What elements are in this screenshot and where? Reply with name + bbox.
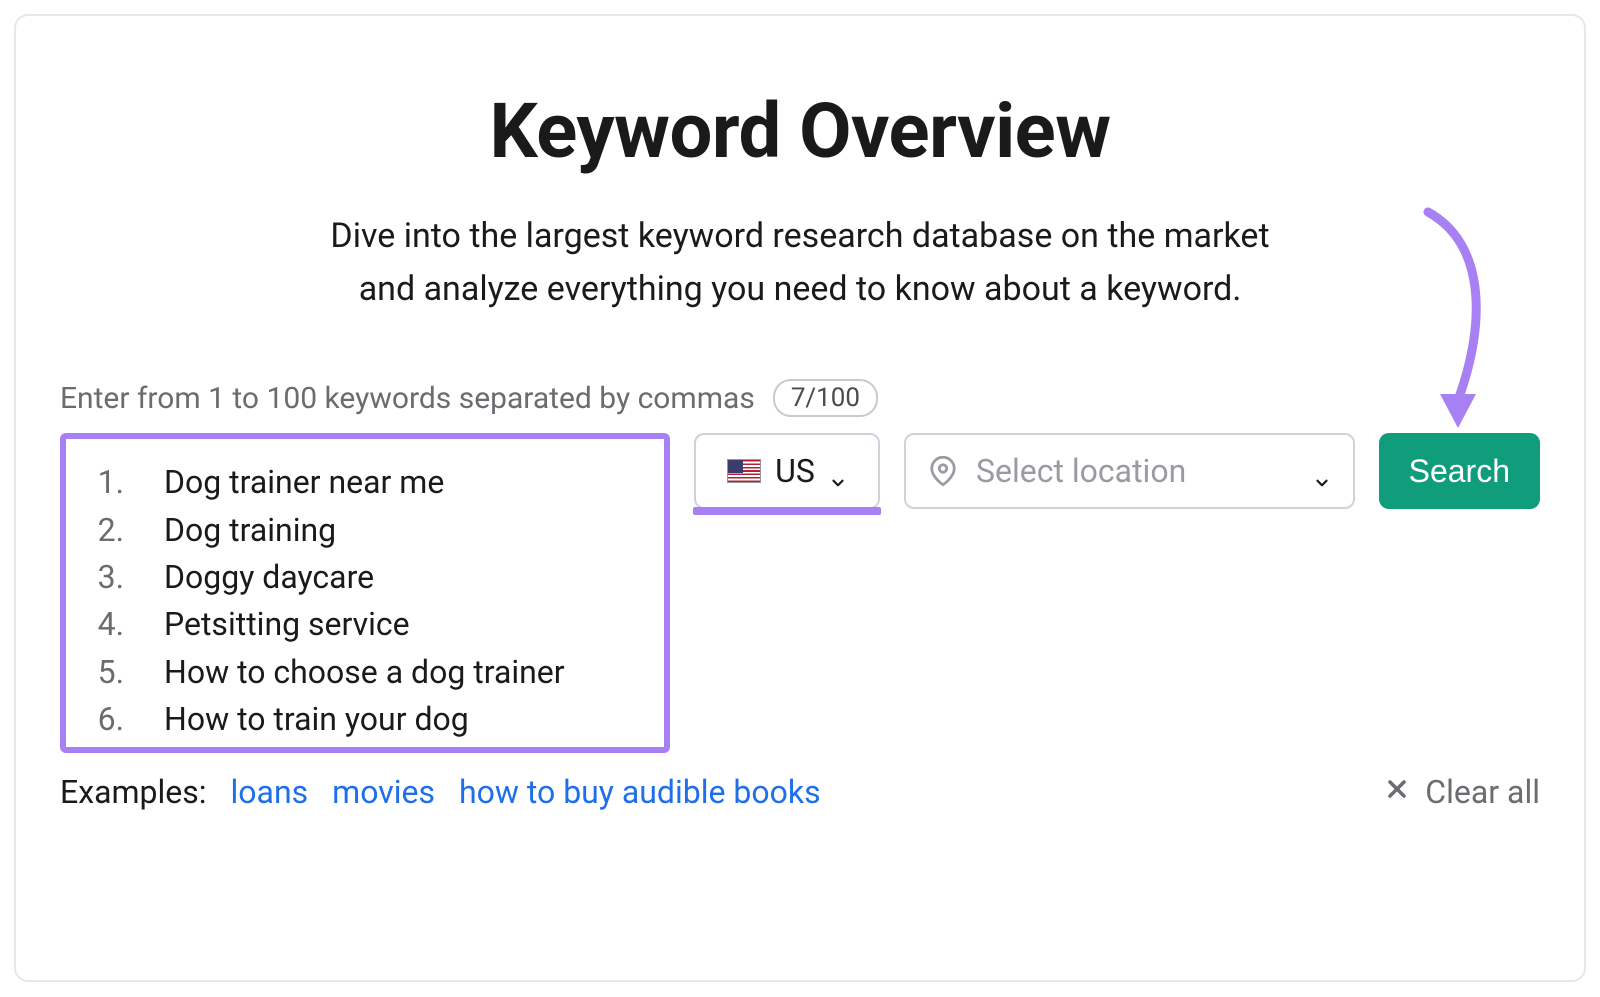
- keyword-overview-card: Keyword Overview Dive into the largest k…: [14, 14, 1586, 982]
- keyword-item[interactable]: 5. How to choose a dog trainer: [88, 649, 642, 696]
- location-select[interactable]: Select location: [904, 433, 1355, 509]
- keyword-index: 3.: [88, 554, 124, 601]
- chevron-down-icon: [1313, 462, 1331, 480]
- keyword-index: 2.: [88, 507, 124, 554]
- keyword-text: Dog trainer near me: [164, 459, 444, 506]
- keyword-text: How to choose a dog trainer: [164, 649, 565, 696]
- close-icon: [1383, 773, 1411, 811]
- annotation-underline: [693, 507, 881, 515]
- controls-row: 1. Dog trainer near me 2. Dog training 3…: [60, 433, 1540, 753]
- keyword-item[interactable]: 1. Dog trainer near me: [88, 459, 642, 506]
- prompt-label: Enter from 1 to 100 keywords separated b…: [60, 381, 755, 416]
- keyword-count-badge: 7/100: [773, 379, 878, 417]
- keyword-item[interactable]: 2. Dog training: [88, 507, 642, 554]
- clear-all-label: Clear all: [1425, 773, 1540, 811]
- keyword-index: 6.: [88, 696, 124, 743]
- keyword-text: Dog training: [164, 507, 336, 554]
- keyword-index: 1.: [88, 459, 124, 506]
- keyword-index: 4.: [88, 601, 124, 648]
- examples-row: Examples: loans movies how to buy audibl…: [60, 773, 1540, 811]
- keyword-item[interactable]: 3. Doggy daycare: [88, 554, 642, 601]
- keyword-text: How to train your dog: [164, 696, 469, 743]
- keywords-list: 1. Dog trainer near me 2. Dog training 3…: [88, 459, 642, 753]
- keyword-item[interactable]: 7. Affordable dog sitting: [88, 744, 642, 754]
- location-pin-icon: [928, 456, 958, 486]
- keyword-index: 5.: [88, 649, 124, 696]
- keyword-item[interactable]: 6. How to train your dog: [88, 696, 642, 743]
- prompt-row: Enter from 1 to 100 keywords separated b…: [60, 379, 1540, 417]
- location-placeholder: Select location: [976, 452, 1295, 490]
- chevron-down-icon: [829, 462, 847, 480]
- page-subtitle: Dive into the largest keyword research d…: [60, 210, 1540, 315]
- keyword-text: Doggy daycare: [164, 554, 374, 601]
- keyword-text: Petsitting service: [164, 601, 410, 648]
- keywords-input[interactable]: 1. Dog trainer near me 2. Dog training 3…: [60, 433, 670, 753]
- example-link-movies[interactable]: movies: [332, 773, 435, 811]
- keyword-text: Affordable dog sitting: [164, 744, 473, 754]
- example-link-audible[interactable]: how to buy audible books: [459, 773, 821, 811]
- subtitle-line-1: Dive into the largest keyword research d…: [330, 216, 1269, 256]
- us-flag-icon: [727, 459, 761, 483]
- subtitle-line-2: and analyze everything you need to know …: [359, 269, 1242, 309]
- country-select[interactable]: US: [694, 433, 880, 509]
- clear-all-button[interactable]: Clear all: [1383, 773, 1540, 811]
- keyword-item[interactable]: 4. Petsitting service: [88, 601, 642, 648]
- page-title: Keyword Overview: [60, 86, 1540, 176]
- country-code: US: [775, 452, 815, 490]
- search-button[interactable]: Search: [1379, 433, 1540, 509]
- examples-label: Examples:: [60, 773, 207, 811]
- example-link-loans[interactable]: loans: [231, 773, 309, 811]
